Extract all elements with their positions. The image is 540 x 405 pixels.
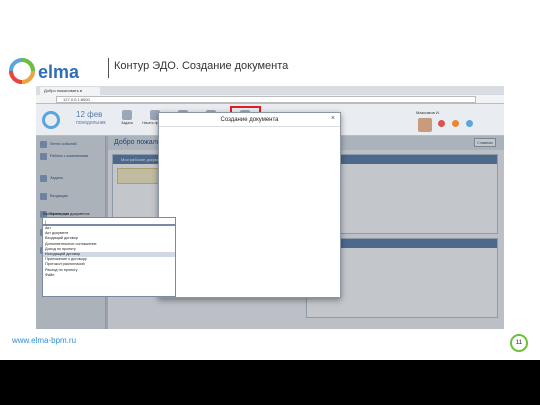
notification-badge[interactable] — [438, 120, 445, 127]
slide: elma Контур ЭДО. Создание документа Добр… — [0, 0, 540, 405]
browser-chrome: Добро пожаловать в — [36, 86, 504, 95]
address-input[interactable]: 127.0.0.1:8000 — [56, 96, 476, 103]
document-type-input[interactable]: | — [42, 217, 176, 225]
slide-title: Контур ЭДО. Создание документа — [114, 60, 289, 72]
title-separator — [108, 58, 109, 78]
document-type-label: Выберите тип документа — [43, 211, 90, 216]
date-day: 12 фев — [76, 110, 103, 119]
elma-logo: elma — [9, 58, 80, 84]
close-icon[interactable]: × — [331, 115, 335, 122]
app-logo-icon — [42, 111, 60, 129]
notification-badge[interactable] — [452, 120, 459, 127]
footer-link[interactable]: www.elma-bpm.ru — [12, 336, 76, 345]
bottom-band — [0, 360, 540, 405]
page-number: 11 — [510, 334, 528, 352]
user-name[interactable]: Максимов И. — [416, 110, 440, 115]
browser-tab[interactable]: Добро пожаловать в — [40, 87, 100, 95]
date-weekday: понедельник — [76, 120, 106, 126]
toolbar-label: Задачи — [121, 121, 133, 125]
document-type-dropdown[interactable]: Акт Акт документ Входящий договор Дополните… — [42, 225, 176, 297]
tasks-icon — [122, 110, 132, 120]
dialog-title: Создание документа — [159, 113, 340, 127]
avatar[interactable] — [418, 118, 432, 132]
logo-text: elma — [38, 62, 80, 82]
address-bar: 127.0.0.1:8000 — [36, 95, 504, 104]
dropdown-option[interactable]: Файл — [43, 273, 175, 278]
toolbar-button-tasks[interactable]: Задачи — [114, 108, 140, 134]
create-document-dialog: Создание документа × — [158, 112, 341, 298]
notification-badge[interactable] — [466, 120, 473, 127]
